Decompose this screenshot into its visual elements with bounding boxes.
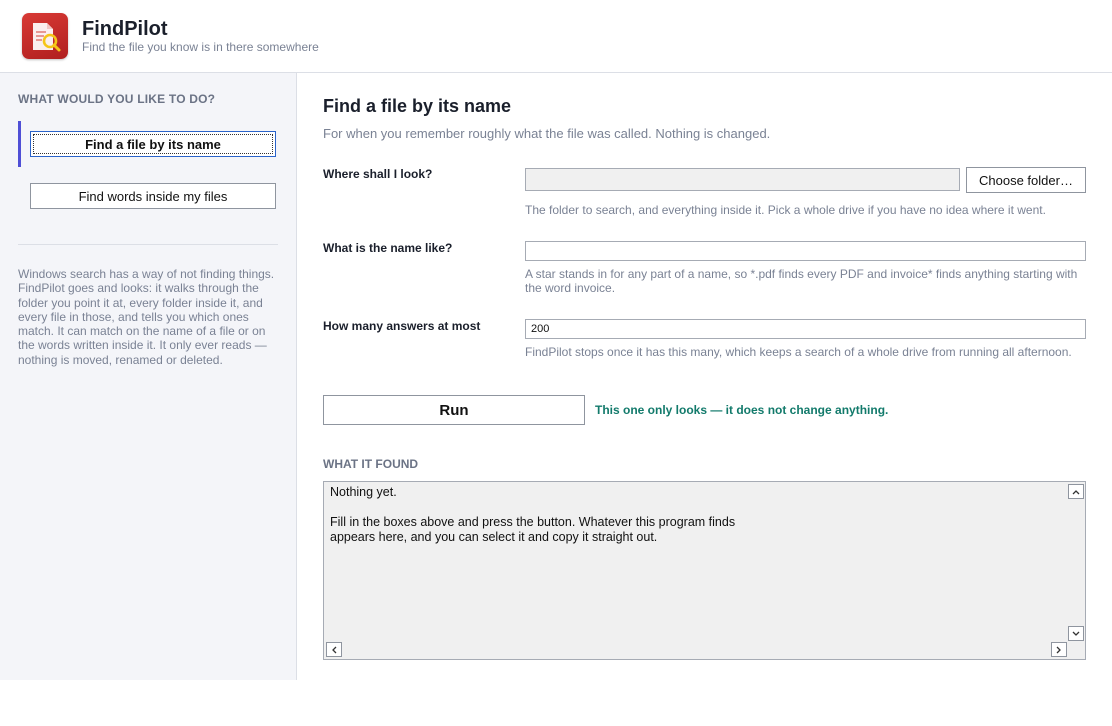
sidebar-divider	[18, 244, 278, 245]
find-by-name-label: Find a file by its name	[85, 136, 221, 152]
scroll-up-icon[interactable]	[1068, 484, 1084, 499]
app-title: FindPilot	[82, 18, 168, 40]
results-text[interactable]: Nothing yet. Fill in the boxes above and…	[330, 485, 1060, 545]
selected-item-marker	[18, 121, 21, 167]
scroll-left-icon[interactable]	[326, 642, 342, 657]
find-words-label: Find words inside my files	[78, 188, 228, 204]
sidebar-description: Windows search has a way of not finding …	[18, 267, 275, 367]
find-words-button[interactable]: Find words inside my files	[30, 183, 276, 209]
name-label: What is the name like?	[323, 241, 453, 255]
results-box[interactable]: Nothing yet. Fill in the boxes above and…	[323, 481, 1086, 660]
page-subtitle: For when you remember roughly what the f…	[323, 126, 771, 141]
app-header: FindPilot Find the file you know is in t…	[0, 0, 1112, 73]
sidebar-heading: WHAT WOULD YOU LIKE TO DO?	[18, 92, 216, 106]
safety-note: This one only looks — it does not change…	[595, 403, 889, 417]
max-answers-label: How many answers at most	[323, 319, 481, 333]
max-answers-hint: FindPilot stops once it has this many, w…	[525, 345, 1072, 359]
scroll-down-icon[interactable]	[1068, 626, 1084, 641]
sidebar: WHAT WOULD YOU LIKE TO DO? Find a file b…	[0, 73, 297, 680]
name-hint: A star stands in for any part of a name,…	[525, 267, 1078, 295]
name-pattern-input[interactable]	[525, 241, 1086, 261]
folder-hint: The folder to search, and everything ins…	[525, 203, 1046, 217]
find-by-name-button[interactable]: Find a file by its name	[30, 131, 276, 157]
document-search-icon	[22, 13, 68, 59]
app-subtitle: Find the file you know is in there somew…	[82, 40, 319, 54]
main-panel: Find a file by its name For when you rem…	[298, 73, 1112, 680]
folder-input[interactable]	[525, 168, 960, 191]
scroll-right-icon[interactable]	[1051, 642, 1067, 657]
max-answers-input[interactable]	[525, 319, 1086, 339]
page-title: Find a file by its name	[323, 96, 512, 116]
results-heading: WHAT IT FOUND	[323, 457, 419, 471]
choose-folder-button[interactable]: Choose folder…	[966, 167, 1086, 193]
run-button[interactable]: Run	[323, 395, 585, 425]
folder-label: Where shall I look?	[323, 167, 433, 181]
